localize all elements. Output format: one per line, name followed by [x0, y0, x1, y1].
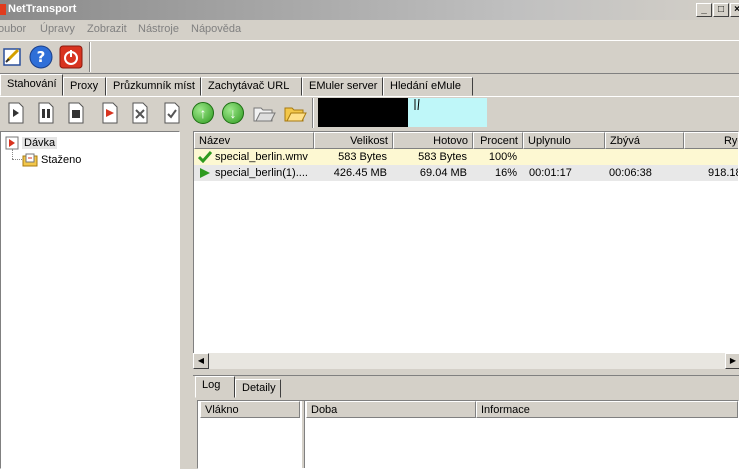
cell-speed: 918.18: [708, 167, 739, 179]
maximize-button[interactable]: □: [713, 3, 729, 17]
column-header-info[interactable]: Informace: [476, 401, 738, 418]
tree-line: [12, 159, 22, 160]
cell-name: special_berlin.wmv: [215, 151, 308, 163]
scroll-right-icon[interactable]: ▶: [725, 353, 739, 369]
tab-emule-search[interactable]: Hledání eMule: [383, 77, 473, 96]
move-down-icon[interactable]: ↓: [220, 100, 246, 126]
tab-site-explorer[interactable]: Průzkumník míst: [106, 77, 201, 96]
downloaded-folder-icon: [22, 153, 38, 167]
start-icon[interactable]: [3, 100, 29, 126]
tree-node-label: Staženo: [41, 154, 82, 166]
cell-elapsed: 00:01:17: [529, 167, 572, 179]
category-tree: Dávka Staženo: [0, 131, 180, 469]
tab-bar: Stahování Proxy Průzkumník míst Zachytáv…: [0, 74, 739, 96]
tree-line: [12, 149, 13, 159]
column-header-name[interactable]: Název: [194, 132, 314, 149]
cell-percent: 16%: [494, 167, 517, 179]
title-bar: NetTransport _ □ ×: [0, 0, 739, 20]
speed-indicator: [408, 98, 487, 127]
close-button[interactable]: ×: [730, 3, 739, 17]
new-download-icon[interactable]: [0, 44, 26, 70]
batch-icon: [5, 136, 19, 150]
menu-bar: oubor Úpravy Zobrazit Nástroje Nápověda: [0, 20, 739, 40]
cell-remaining: 00:06:38: [609, 167, 652, 179]
toolbar-separator: [312, 98, 314, 128]
column-header-remaining[interactable]: Zbývá: [605, 132, 684, 149]
tree-node-downloaded[interactable]: Staženo: [22, 153, 81, 167]
app-icon: [0, 4, 6, 15]
cell-size: 426.45 MB: [333, 167, 387, 179]
column-header-elapsed[interactable]: Uplynulo: [523, 132, 605, 149]
play-icon: [200, 168, 210, 178]
menu-tools[interactable]: Nástroje: [138, 23, 179, 35]
column-header-percent[interactable]: Procent: [473, 132, 523, 149]
column-header-speed[interactable]: Rych: [684, 132, 738, 149]
help-icon[interactable]: ?: [28, 44, 54, 70]
delete-icon[interactable]: [127, 100, 153, 126]
open-folder-icon[interactable]: [251, 100, 277, 126]
tree-node-label: Dávka: [22, 137, 58, 149]
power-icon[interactable]: [58, 44, 84, 70]
log-pane: Vlákno Doba Informace: [197, 400, 739, 469]
splitter[interactable]: [180, 131, 191, 469]
minimize-button[interactable]: _: [696, 3, 712, 17]
column-header-thread[interactable]: Vlákno: [200, 401, 300, 418]
tab-proxy[interactable]: Proxy: [63, 77, 106, 96]
log-splitter[interactable]: [301, 401, 305, 468]
main-toolbar: ?: [0, 40, 739, 74]
tree-node-batch[interactable]: Dávka: [5, 136, 58, 150]
column-header-time[interactable]: Doba: [306, 401, 476, 418]
download-list: Název Velikost Hotovo Procent Uplynulo Z…: [193, 131, 739, 369]
properties-icon[interactable]: [159, 100, 185, 126]
table-row[interactable]: special_berlin(1).... 426.45 MB 69.04 MB…: [194, 165, 739, 181]
stop-icon[interactable]: [63, 100, 89, 126]
window-title: NetTransport: [8, 3, 77, 15]
menu-help[interactable]: Nápověda: [191, 23, 241, 35]
download-folder-icon[interactable]: [282, 100, 308, 126]
horizontal-scrollbar[interactable]: ◀ ▶: [193, 353, 739, 369]
tab-log[interactable]: Log: [195, 376, 235, 398]
tab-url-catcher[interactable]: Zachytávač URL: [201, 77, 302, 96]
scroll-left-icon[interactable]: ◀: [193, 353, 209, 369]
column-header-done[interactable]: Hotovo: [393, 132, 473, 149]
column-header-size[interactable]: Velikost: [314, 132, 393, 149]
toolbar-separator: [89, 42, 91, 72]
cell-size: 583 Bytes: [338, 151, 387, 163]
table-row[interactable]: special_berlin.wmv 583 Bytes 583 Bytes 1…: [194, 149, 738, 165]
cell-done: 583 Bytes: [418, 151, 467, 163]
tab-details[interactable]: Detaily: [235, 379, 281, 398]
redacted-area: [318, 98, 408, 127]
menu-view[interactable]: Zobrazit: [87, 23, 127, 35]
cell-percent: 100%: [488, 151, 517, 163]
tab-downloads[interactable]: Stahování: [0, 74, 63, 96]
svg-text:?: ?: [37, 48, 46, 66]
move-up-icon[interactable]: ↑: [190, 100, 216, 126]
tab-emule-server[interactable]: EMuler server: [302, 77, 383, 96]
start-all-icon[interactable]: [97, 100, 123, 126]
menu-edit[interactable]: Úpravy: [40, 23, 75, 35]
cell-name: special_berlin(1)....: [215, 167, 308, 179]
pause-icon[interactable]: [33, 100, 59, 126]
checkmark-icon: [198, 151, 212, 163]
menu-file[interactable]: oubor: [0, 23, 26, 35]
cell-done: 69.04 MB: [419, 167, 467, 179]
